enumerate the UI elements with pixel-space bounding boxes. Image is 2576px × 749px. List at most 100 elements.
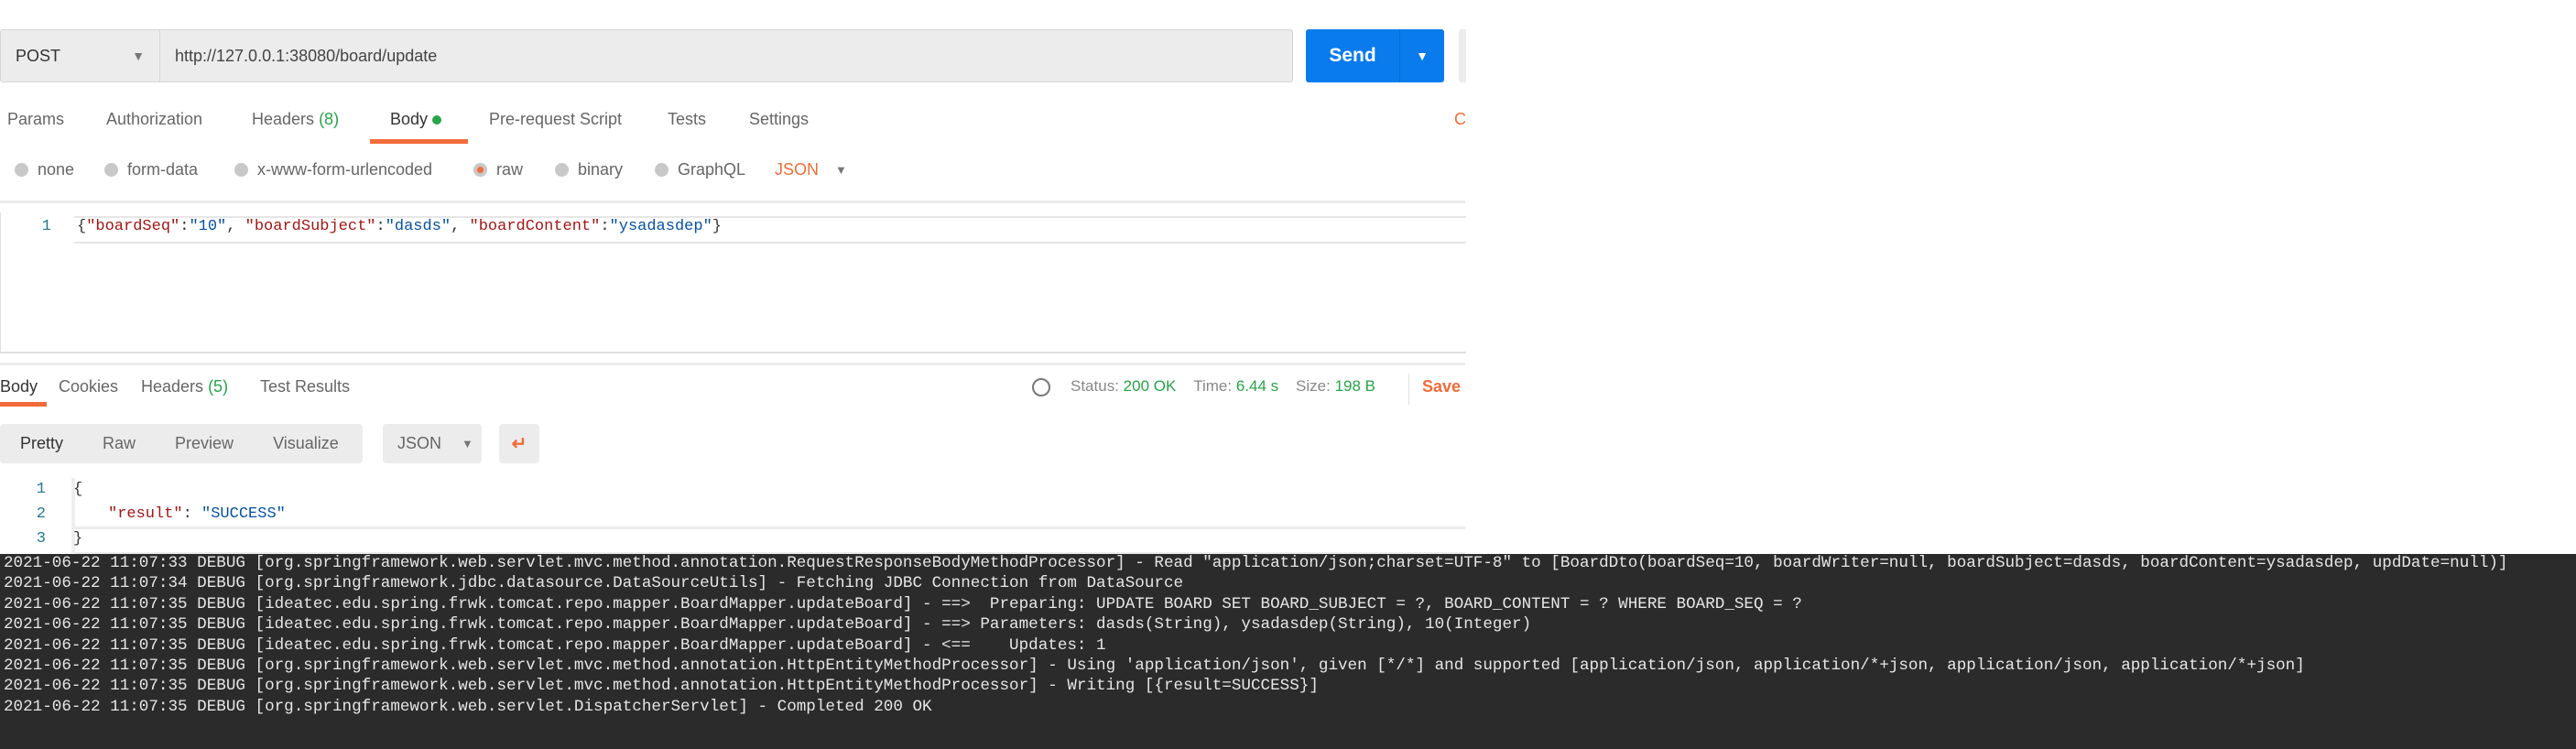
view-raw[interactable]: Raw bbox=[103, 434, 136, 453]
view-visualize[interactable]: Visualize bbox=[273, 434, 339, 453]
radio-icon bbox=[15, 163, 28, 177]
tab-tests[interactable]: Tests bbox=[668, 110, 706, 129]
tab-headers[interactable]: Headers (8) bbox=[252, 110, 339, 129]
tab-headers-label: Headers bbox=[252, 110, 315, 128]
headers-count: (5) bbox=[208, 377, 229, 396]
line-number: 2 bbox=[36, 505, 46, 523]
request-tabs: Params Authorization Headers (8) Body Pr… bbox=[0, 110, 1466, 144]
json-key: "boardSubject" bbox=[245, 218, 376, 235]
response-view-modes: Pretty Raw Preview Visualize bbox=[0, 424, 363, 463]
divider bbox=[0, 201, 1465, 203]
log-line: 2021-06-22 11:07:35 DEBUG [ideatec.edu.s… bbox=[4, 636, 1106, 655]
log-line: 2021-06-22 11:07:35 DEBUG [org.springfra… bbox=[4, 657, 2305, 675]
radio-icon bbox=[555, 163, 569, 177]
radio-label: none bbox=[38, 160, 75, 179]
radio-icon bbox=[655, 163, 668, 177]
code-line: 1 {"boardSeq":"10", "boardSubject":"dasds… bbox=[1, 218, 1466, 235]
radio-label: GraphQL bbox=[678, 160, 746, 179]
chevron-down-icon: ▼ bbox=[835, 163, 847, 177]
tab-params[interactable]: Params bbox=[7, 110, 64, 129]
save-response-button[interactable]: Save bbox=[1422, 377, 1461, 396]
server-console-log[interactable]: 2021-06-22 11:07:33 DEBUG [org.springfra… bbox=[0, 554, 2576, 749]
line-number: 3 bbox=[36, 530, 46, 548]
url-value: http://127.0.0.1:38080/board/update bbox=[175, 46, 438, 65]
save-button-partial[interactable] bbox=[1459, 29, 1466, 82]
tab-response-headers[interactable]: Headers (5) bbox=[141, 377, 228, 396]
radio-binary[interactable]: binary bbox=[555, 160, 623, 179]
wrap-icon: ↵ bbox=[511, 434, 527, 454]
tab-test-results[interactable]: Test Results bbox=[260, 377, 350, 396]
json-key: "result" bbox=[108, 505, 183, 523]
radio-label: x-www-form-urlencoded bbox=[257, 160, 433, 179]
log-line: 2021-06-22 11:07:35 DEBUG [ideatec.edu.s… bbox=[4, 595, 1802, 613]
radio-label: form-data bbox=[127, 160, 199, 179]
colon: : bbox=[600, 218, 610, 235]
view-pretty[interactable]: Pretty bbox=[20, 434, 63, 453]
request-body-editor[interactable]: 1 {"boardSeq":"10", "boardSubject":"dasds… bbox=[0, 212, 1466, 353]
log-line: 2021-06-22 11:07:34 DEBUG [org.springfra… bbox=[4, 574, 1184, 592]
method-value: POST bbox=[16, 46, 61, 65]
line-number: 1 bbox=[41, 218, 51, 235]
log-line: 2021-06-22 11:07:35 DEBUG [org.springfra… bbox=[4, 677, 1319, 695]
radio-icon bbox=[104, 163, 118, 177]
format-value: JSON bbox=[775, 160, 820, 179]
divider bbox=[1408, 374, 1409, 405]
size-value: 198 B bbox=[1334, 377, 1376, 395]
cookies-link[interactable]: C bbox=[1454, 110, 1466, 129]
line-number: 1 bbox=[36, 481, 46, 498]
tab-label: Headers bbox=[141, 377, 204, 396]
json-key: "boardContent" bbox=[469, 218, 601, 235]
response-meta: Status: 200 OK Time: 6.44 s Size: 198 B bbox=[1032, 377, 1375, 396]
url-input[interactable]: http://127.0.0.1:38080/board/update bbox=[159, 29, 1293, 82]
brace: } bbox=[73, 530, 83, 548]
colon: : bbox=[179, 218, 190, 235]
view-preview[interactable]: Preview bbox=[175, 434, 234, 453]
body-format-select[interactable]: JSON ▼ bbox=[775, 160, 847, 179]
radio-selected-icon bbox=[473, 163, 487, 177]
code-line: 1{ bbox=[0, 481, 82, 498]
brace: } bbox=[712, 218, 722, 235]
json-value: "dasds" bbox=[385, 218, 451, 235]
active-line-highlight bbox=[75, 526, 1465, 555]
tab-cookies[interactable]: Cookies bbox=[59, 377, 118, 396]
tab-response-body[interactable]: Body bbox=[0, 377, 38, 396]
json-value: "SUCCESS" bbox=[201, 505, 286, 523]
json-key: "boardSeq" bbox=[86, 218, 180, 235]
headers-count: (8) bbox=[319, 110, 340, 128]
format-value: JSON bbox=[397, 434, 442, 452]
body-type-options: none form-data x-www-form-urlencoded raw… bbox=[0, 160, 916, 182]
colon: : bbox=[375, 218, 386, 235]
method-select[interactable]: POST ▼ bbox=[0, 29, 159, 82]
tab-body[interactable]: Body bbox=[390, 110, 442, 129]
colon: : bbox=[182, 505, 202, 523]
radio-urlencoded[interactable]: x-www-form-urlencoded bbox=[234, 160, 432, 179]
tab-prerequest-script[interactable]: Pre-request Script bbox=[489, 110, 622, 129]
comma: , bbox=[226, 218, 245, 235]
divider bbox=[0, 363, 1465, 365]
radio-graphql[interactable]: GraphQL bbox=[655, 160, 745, 179]
radio-raw[interactable]: raw bbox=[473, 160, 523, 179]
active-tab-indicator bbox=[370, 139, 468, 144]
radio-form-data[interactable]: form-data bbox=[104, 160, 198, 179]
radio-label: raw bbox=[496, 160, 524, 179]
log-line: 2021-06-22 11:07:33 DEBUG [org.springfra… bbox=[4, 554, 2508, 572]
log-line: 2021-06-22 11:07:35 DEBUG [ideatec.edu.s… bbox=[4, 615, 1532, 634]
response-tabs: Body Cookies Headers (5) Test Results bbox=[0, 377, 549, 410]
globe-icon[interactable] bbox=[1032, 377, 1050, 396]
tab-settings[interactable]: Settings bbox=[749, 110, 809, 129]
wrap-lines-button[interactable]: ↵ bbox=[499, 424, 539, 463]
tab-authorization[interactable]: Authorization bbox=[106, 110, 202, 129]
json-value: "10" bbox=[189, 218, 227, 235]
send-button[interactable]: Send ▼ bbox=[1306, 29, 1444, 82]
code-line: 3} bbox=[0, 530, 82, 548]
response-body-viewer[interactable]: 1{ 2 "result": "SUCCESS" 3} bbox=[0, 478, 1465, 555]
send-options-chevron-icon[interactable]: ▼ bbox=[1400, 49, 1444, 63]
active-tab-indicator bbox=[0, 402, 47, 407]
radio-none[interactable]: none bbox=[15, 160, 74, 179]
chevron-down-icon: ▼ bbox=[132, 49, 145, 63]
send-label: Send bbox=[1329, 45, 1376, 66]
brace: { bbox=[73, 481, 83, 498]
response-format-select[interactable]: JSON ▼ bbox=[383, 424, 482, 463]
time-label: Time: bbox=[1193, 377, 1233, 395]
code-line: 2 "result": "SUCCESS" bbox=[0, 505, 286, 523]
